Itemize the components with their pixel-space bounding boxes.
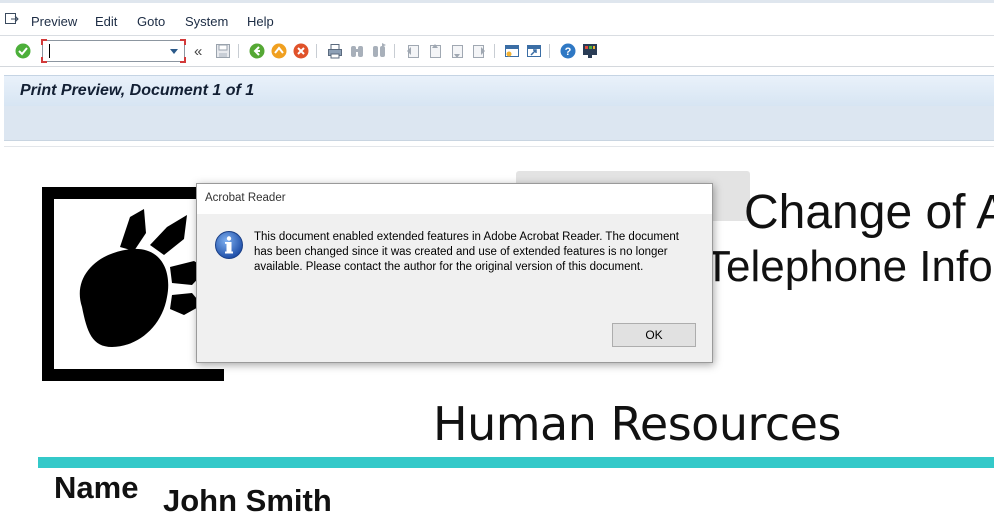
next-page-icon[interactable] bbox=[448, 42, 466, 60]
window-title-bar: Print Preview, Document 1 of 1 bbox=[4, 75, 994, 106]
previous-page-icon[interactable] bbox=[426, 42, 444, 60]
top-edge bbox=[0, 0, 994, 3]
acrobat-dialog: Acrobat Reader This document enabled ext… bbox=[196, 183, 713, 363]
ok-button[interactable]: OK bbox=[612, 323, 696, 347]
text-cursor bbox=[49, 44, 50, 58]
dialog-message: This document enabled extended features … bbox=[254, 231, 679, 273]
cancel-icon[interactable] bbox=[292, 42, 310, 60]
save-icon[interactable] bbox=[214, 42, 232, 60]
shortcut-icon[interactable] bbox=[525, 42, 543, 60]
document-title-line2: Telephone Info bbox=[704, 242, 993, 291]
menu-help[interactable]: Help bbox=[247, 14, 274, 29]
department-heading: Human Resources bbox=[433, 397, 841, 451]
info-icon bbox=[214, 230, 244, 260]
last-page-icon[interactable] bbox=[470, 42, 488, 60]
system-menu-icon[interactable] bbox=[5, 13, 19, 26]
application-toolbar bbox=[4, 106, 994, 141]
dropdown-arrow-icon[interactable] bbox=[170, 49, 178, 54]
find-icon[interactable] bbox=[348, 42, 366, 60]
accent-divider bbox=[38, 457, 994, 468]
find-next-icon[interactable] bbox=[370, 42, 388, 60]
svg-text:?: ? bbox=[565, 46, 572, 58]
command-field[interactable] bbox=[41, 39, 186, 63]
help-icon[interactable]: ? bbox=[559, 42, 577, 60]
menu-edit[interactable]: Edit bbox=[95, 14, 117, 29]
toolbar: « ? bbox=[0, 37, 994, 67]
menu-goto[interactable]: Goto bbox=[137, 14, 165, 29]
back-icon[interactable] bbox=[248, 42, 266, 60]
print-icon[interactable] bbox=[326, 42, 344, 60]
page-title: Print Preview, Document 1 of 1 bbox=[20, 82, 255, 99]
dialog-title-bar: Acrobat Reader bbox=[197, 184, 712, 214]
check-icon[interactable] bbox=[14, 42, 32, 60]
create-session-icon[interactable] bbox=[503, 42, 521, 60]
first-page-icon[interactable] bbox=[404, 42, 422, 60]
name-value: John Smith bbox=[163, 483, 332, 516]
document-title-line1: Change of A bbox=[744, 186, 994, 239]
menu-bar: Preview Edit Goto System Help bbox=[0, 6, 994, 36]
exit-icon[interactable] bbox=[270, 42, 288, 60]
dialog-title: Acrobat Reader bbox=[205, 192, 286, 204]
name-label: Name bbox=[54, 470, 139, 505]
layout-icon[interactable] bbox=[581, 42, 599, 60]
menu-system[interactable]: System bbox=[185, 14, 228, 29]
collapse-toolbar-icon[interactable]: « bbox=[194, 43, 202, 60]
menu-preview[interactable]: Preview bbox=[31, 14, 77, 29]
